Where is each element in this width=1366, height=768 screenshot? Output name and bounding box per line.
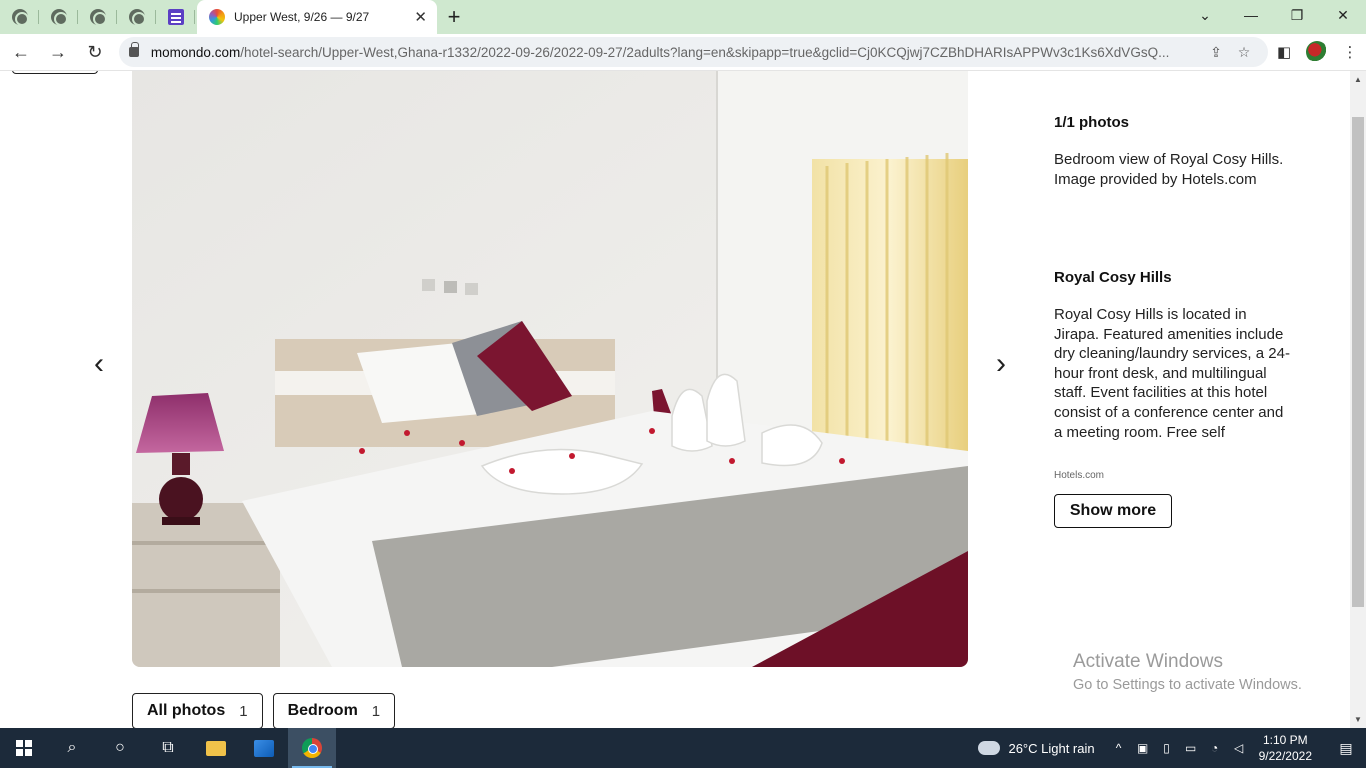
tab-title: Upper West, 9/26 — 9/27: [234, 10, 370, 24]
scroll-up-icon[interactable]: ▲: [1354, 75, 1362, 84]
notification-icon[interactable]: ▤: [1326, 740, 1366, 757]
security-icon[interactable]: ▣: [1131, 741, 1155, 755]
photo-category-filters: All photos 1 Bedroom 1: [132, 693, 396, 728]
chevron-up-icon[interactable]: ^: [1107, 741, 1131, 755]
minimize-icon[interactable]: —: [1228, 0, 1274, 30]
previous-photo-icon[interactable]: ‹: [84, 347, 114, 380]
hotel-description: Royal Cosy Hills is located in Jirapa. F…: [1054, 306, 1290, 441]
scrollbar-thumb[interactable]: [1352, 117, 1364, 607]
filter-bedroom[interactable]: Bedroom 1: [272, 693, 396, 728]
globe-icon: [11, 9, 29, 26]
volume-icon[interactable]: ◁: [1227, 741, 1251, 755]
clock-time: 1:10 PM: [1262, 733, 1308, 747]
photo-caption: Bedroom view of Royal Cosy Hills. Image …: [1054, 151, 1284, 188]
back-button-edge[interactable]: [12, 71, 98, 74]
share-icon[interactable]: ⇪: [1202, 44, 1230, 61]
close-icon[interactable]: ✕: [414, 8, 427, 26]
page-scrollbar[interactable]: ▲ ▼: [1350, 71, 1366, 728]
reload-icon[interactable]: ↻: [79, 36, 111, 68]
pinned-tab-5[interactable]: [156, 0, 195, 34]
pinned-tab-4[interactable]: [117, 0, 156, 34]
bedroom-photo-illustration: [132, 71, 968, 667]
page-content: ‹ › 1/1 photos Bedroom view of Royal Cos…: [0, 71, 1350, 728]
file-explorer-icon[interactable]: [192, 728, 240, 768]
start-button[interactable]: [0, 728, 48, 768]
activate-windows-watermark: Activate Windows Go to Settings to activ…: [1073, 651, 1302, 693]
avatar[interactable]: [1306, 41, 1328, 63]
menu-icon[interactable]: ⋮: [1334, 43, 1366, 61]
sheets-icon: [167, 9, 184, 25]
device-icon[interactable]: ▯: [1155, 741, 1179, 755]
filter-count: 1: [239, 702, 248, 720]
side-panel-icon[interactable]: ◧: [1268, 43, 1300, 61]
window-close-icon[interactable]: ✕: [1320, 0, 1366, 30]
windows-taskbar: ⌕ ○ ⧉ 26°C Light rain ^ ▣ ▯ ▭ ◔ ◁ 1:10 P…: [0, 728, 1366, 768]
restore-icon[interactable]: ❐: [1274, 0, 1320, 30]
weather-cloud-icon[interactable]: [978, 741, 1001, 755]
globe-icon: [89, 9, 107, 26]
globe-icon: [128, 9, 146, 26]
url-text[interactable]: momondo.com/hotel-search/Upper-West,Ghan…: [151, 45, 1202, 60]
description-source: Hotels.com: [1054, 470, 1105, 481]
tab-search-icon[interactable]: ⌄: [1182, 0, 1228, 30]
search-icon[interactable]: ⌕: [48, 728, 96, 768]
photo-counter: 1/1 photos: [1054, 114, 1130, 131]
chrome-icon[interactable]: [288, 728, 336, 768]
globe-icon: [50, 9, 68, 26]
cortana-icon[interactable]: ○: [96, 728, 144, 768]
browser-toolbar: ← → ↻ momondo.com/hotel-search/Upper-Wes…: [0, 34, 1366, 71]
watermark-subtitle: Go to Settings to activate Windows.: [1073, 677, 1302, 693]
watermark-title: Activate Windows: [1073, 651, 1223, 672]
clock-date: 9/22/2022: [1258, 749, 1312, 763]
next-photo-icon[interactable]: ›: [986, 347, 1016, 380]
star-icon[interactable]: ☆: [1230, 44, 1258, 61]
active-tab[interactable]: Upper West, 9/26 — 9/27 ✕: [197, 0, 437, 34]
filter-count: 1: [371, 702, 381, 720]
window-controls: ⌄ — ❐ ✕: [1182, 0, 1366, 30]
back-icon[interactable]: ←: [5, 36, 37, 68]
hotel-photo: [132, 71, 968, 667]
wifi-icon[interactable]: ◔: [1203, 741, 1227, 755]
windows-logo-icon: [16, 740, 32, 756]
show-more-button[interactable]: Show more: [1054, 494, 1172, 528]
momondo-favicon: [209, 9, 225, 25]
pinned-tab-2[interactable]: [39, 0, 78, 34]
weather-text[interactable]: 26°C Light rain: [1008, 741, 1094, 756]
clock[interactable]: 1:10 PM 9/22/2022: [1259, 732, 1312, 764]
task-view-icon[interactable]: ⧉: [144, 728, 192, 768]
tab-strip: Upper West, 9/26 — 9/27 ✕ + ⌄ — ❐ ✕: [0, 0, 1366, 34]
photos-app-icon[interactable]: [240, 728, 288, 768]
system-tray: 26°C Light rain ^ ▣ ▯ ▭ ◔ ◁ 1:10 PM 9/22…: [978, 728, 1366, 768]
address-bar[interactable]: momondo.com/hotel-search/Upper-West,Ghan…: [118, 37, 1269, 67]
pinned-tab-3[interactable]: [78, 0, 117, 34]
filter-label: Bedroom: [287, 702, 358, 719]
pinned-tab-1[interactable]: [0, 0, 39, 34]
filter-label: All photos: [147, 702, 226, 719]
scroll-down-icon[interactable]: ▼: [1354, 715, 1362, 724]
filter-all-photos[interactable]: All photos 1: [132, 693, 263, 728]
battery-icon[interactable]: ▭: [1179, 741, 1203, 755]
forward-icon[interactable]: →: [42, 36, 74, 68]
new-tab-icon[interactable]: +: [437, 0, 471, 34]
hotel-name: Royal Cosy Hills: [1054, 269, 1172, 286]
lock-icon[interactable]: [128, 42, 139, 57]
